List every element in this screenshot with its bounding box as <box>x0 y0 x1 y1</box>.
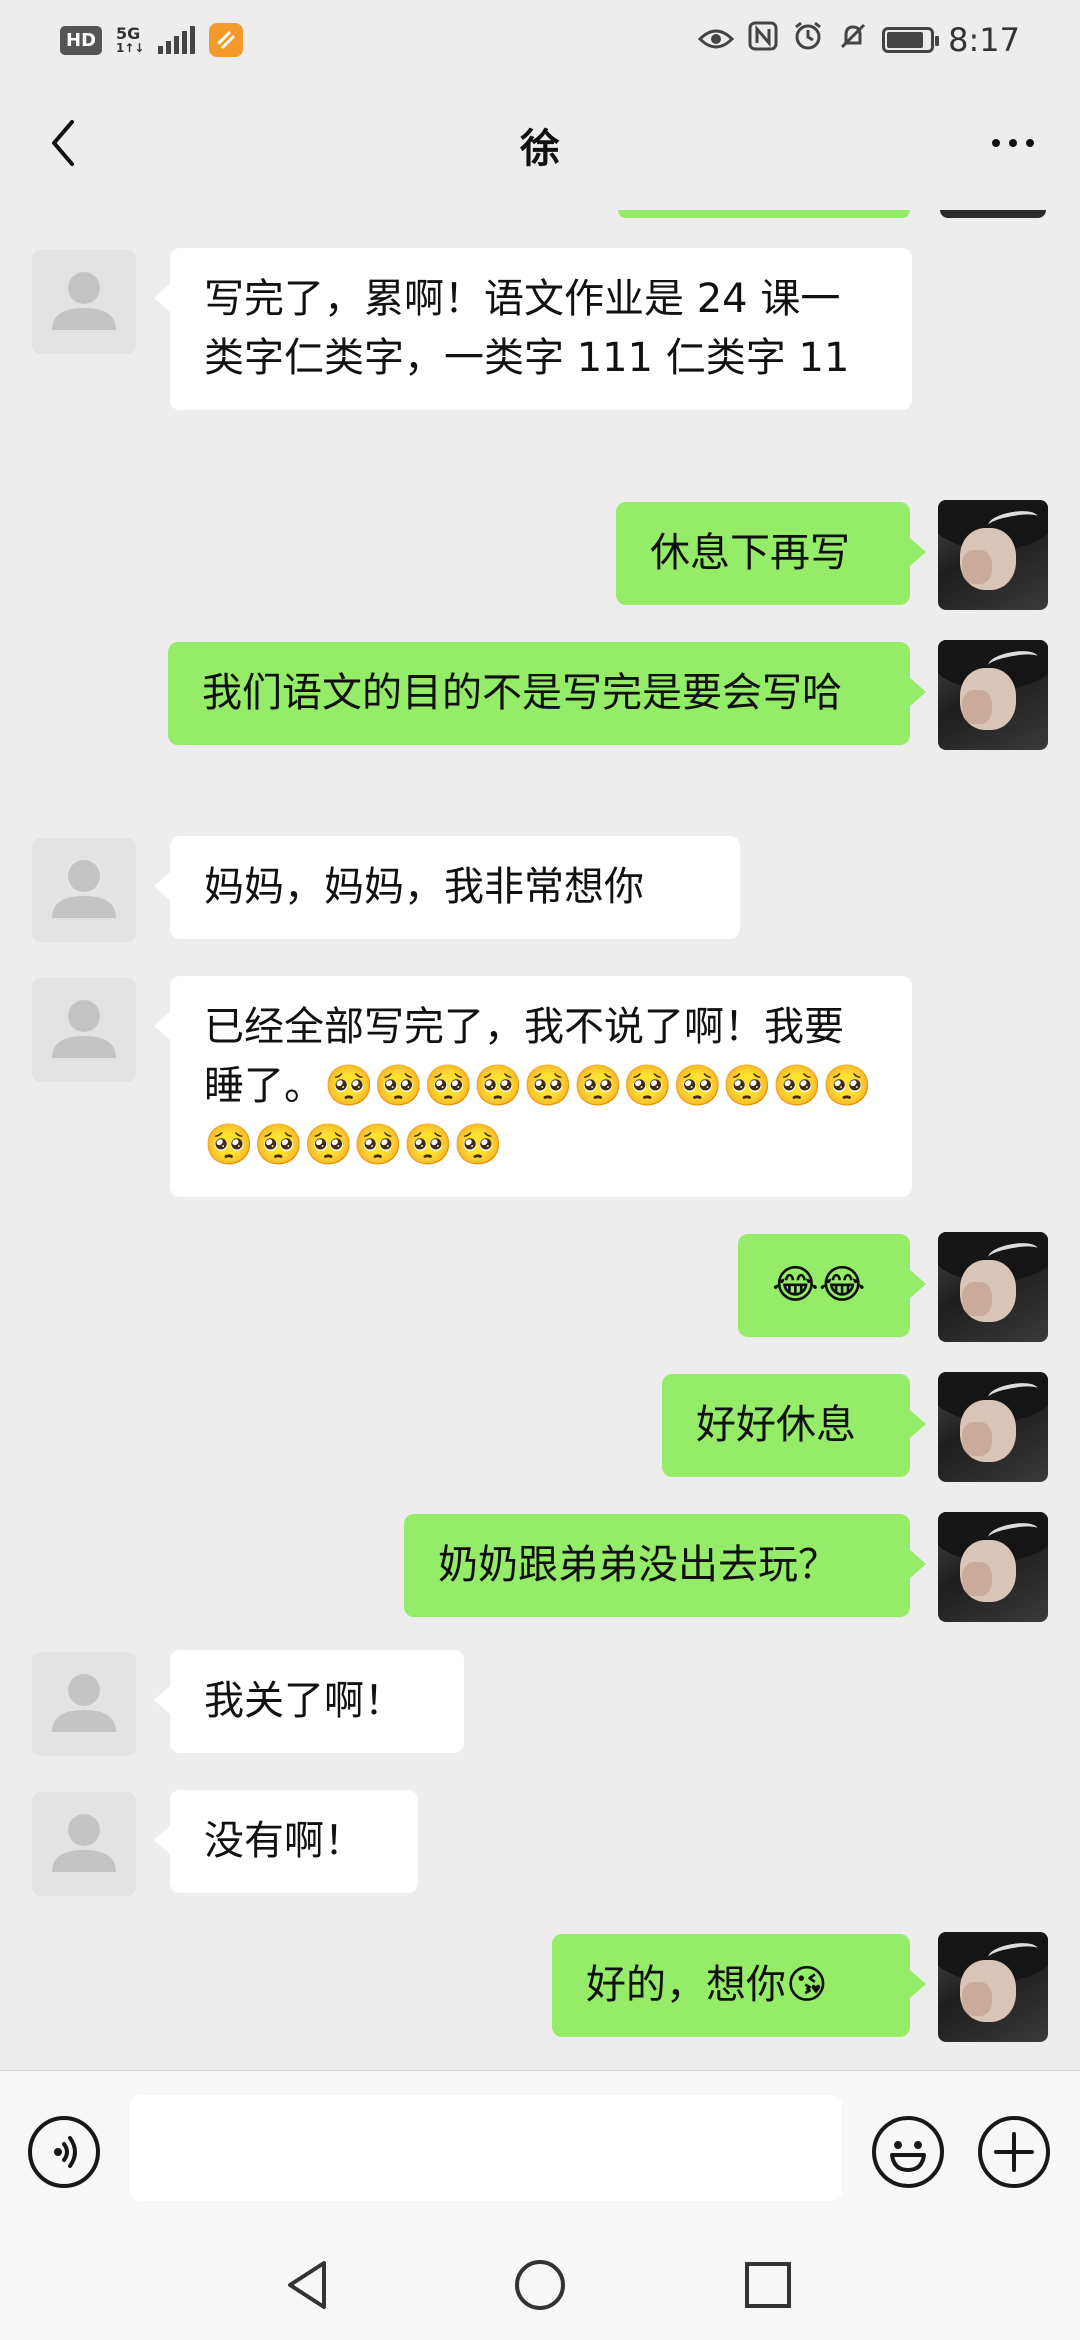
contact-avatar[interactable] <box>32 250 136 354</box>
network-activity: 1↑↓ <box>116 41 145 55</box>
message-bubble[interactable]: 奶奶跟弟弟没出去玩？ <box>404 1514 926 1617</box>
chevron-left-icon <box>52 120 74 166</box>
alarm-icon <box>792 20 824 60</box>
message-bubble[interactable]: 写完了，累啊！语文作业是 24 课一类字仁类字，一类字 111 仁类字 11 <box>154 248 912 410</box>
nav-recents-button[interactable] <box>728 2245 808 2325</box>
message-bubble[interactable]: 好的，想你😘 <box>552 1934 926 2037</box>
nfc-icon <box>748 21 778 59</box>
app-notification-icon <box>209 23 244 57</box>
message-bubble[interactable]: 我关了啊！ <box>154 1650 464 1753</box>
message-bubble[interactable]: 已经全部写完了，我不说了啊！我要睡了。🥺🥺🥺🥺🥺🥺🥺🥺🥺🥺🥺🥺🥺🥺🥺🥺🥺 <box>154 976 912 1197</box>
contact-avatar[interactable] <box>32 1652 136 1756</box>
chat-header: 徐 <box>0 80 1080 210</box>
message-list[interactable]: 写完了，累啊！语文作业是 24 课一类字仁类字，一类字 111 仁类字 11 休… <box>0 210 1080 2070</box>
more-button[interactable] <box>978 118 1048 168</box>
self-avatar[interactable] <box>938 640 1048 750</box>
default-avatar-icon <box>52 1814 116 1872</box>
contact-avatar[interactable] <box>32 978 136 1082</box>
nav-home-button[interactable] <box>500 2245 580 2325</box>
battery-icon <box>882 27 940 53</box>
mute-icon <box>838 21 868 59</box>
self-avatar[interactable] <box>938 1232 1048 1342</box>
partial-avatar <box>940 210 1046 218</box>
voice-icon <box>54 2136 77 2168</box>
emoji-icon <box>890 2141 926 2172</box>
contact-avatar[interactable] <box>32 838 136 942</box>
partial-message-bubble <box>618 210 910 218</box>
chat-title: 徐 <box>520 126 560 172</box>
nav-back-icon <box>288 2261 326 2309</box>
self-avatar[interactable] <box>938 1932 1048 2042</box>
plus-icon <box>994 2132 1034 2172</box>
message-bubble[interactable]: 休息下再写 <box>616 502 926 605</box>
emoji-button[interactable] <box>872 2116 944 2188</box>
hd-badge: HD <box>60 25 103 55</box>
default-avatar-icon <box>52 860 116 918</box>
plus-button[interactable] <box>978 2116 1050 2188</box>
input-bar <box>0 2070 1080 2226</box>
contact-avatar[interactable] <box>32 1792 136 1896</box>
nav-recents-icon <box>745 2262 791 2308</box>
voice-button[interactable] <box>28 2116 100 2188</box>
nav-back-button[interactable] <box>268 2245 348 2325</box>
status-bar: HD 5G 1↑↓ 8:17 <box>0 0 1080 80</box>
message-input[interactable] <box>130 2095 842 2201</box>
network-type: 5G <box>116 24 141 43</box>
signal-icon <box>158 26 196 54</box>
message-bubble[interactable]: 没有啊！ <box>154 1790 418 1893</box>
system-nav-bar <box>0 2225 1080 2340</box>
more-dots-icon <box>992 139 1000 147</box>
clock: 8:17 <box>948 21 1020 59</box>
message-bubble[interactable]: 好好休息 <box>662 1374 926 1477</box>
default-avatar-icon <box>52 1674 116 1732</box>
self-avatar[interactable] <box>938 1512 1048 1622</box>
self-avatar[interactable] <box>938 500 1048 610</box>
eye-icon <box>698 21 735 59</box>
default-avatar-icon <box>52 1000 116 1058</box>
default-avatar-icon <box>52 272 116 330</box>
message-bubble[interactable]: 妈妈，妈妈，我非常想你 <box>154 836 740 939</box>
message-bubble[interactable]: 😂😂 <box>738 1234 926 1337</box>
back-button[interactable] <box>38 118 88 168</box>
message-bubble[interactable]: 我们语文的目的不是写完是要会写哈 <box>168 642 926 745</box>
self-avatar[interactable] <box>938 1372 1048 1482</box>
nav-home-icon <box>515 2260 565 2310</box>
